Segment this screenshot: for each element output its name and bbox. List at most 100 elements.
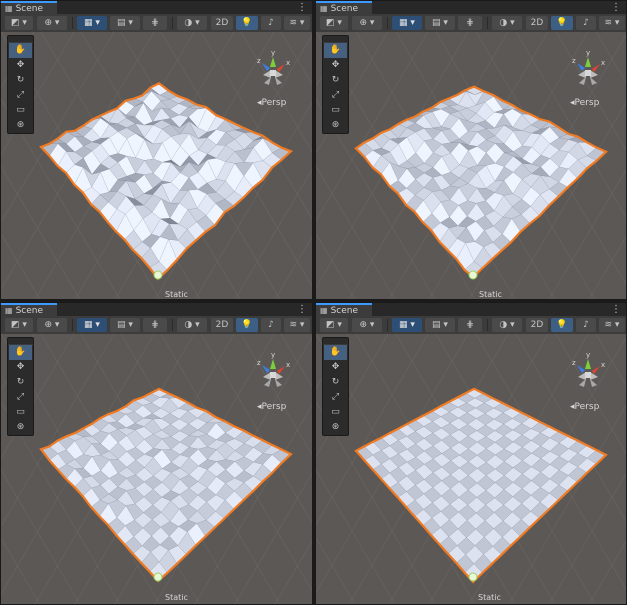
scene-tab[interactable]: ▦ Scene <box>1 1 57 14</box>
layers-dropdown[interactable]: ≋ ▾ <box>284 16 310 30</box>
increment-snap-dropdown[interactable]: ▤ ▾ <box>110 318 140 332</box>
toggle-2d-button[interactable]: 2D <box>211 318 233 332</box>
audio-fx-icon[interactable]: ♪ <box>261 16 281 30</box>
palette-grip[interactable] <box>323 338 348 345</box>
static-label: Static <box>478 593 501 602</box>
scale-tool-icon[interactable]: ⤢ <box>324 88 347 103</box>
grid-snap-dropdown[interactable]: ▦ ▾ <box>392 16 422 30</box>
globe-gizmo-dropdown[interactable]: ⊕ ▾ <box>37 16 67 30</box>
perspective-label[interactable]: ◂Persp <box>257 98 286 108</box>
scale-tool-icon[interactable]: ⤢ <box>9 390 32 405</box>
scene-tab[interactable]: ▦ Scene <box>1 303 57 316</box>
svg-text:y: y <box>586 351 590 359</box>
scene-viewport[interactable]: y x z ✋ ✥ ↻ ⤢ ▭ ⊛ ◂Persp Static <box>1 32 312 299</box>
shading-dropdown[interactable]: ◑ ▾ <box>177 318 207 332</box>
lighting-toggle-icon[interactable]: 💡 <box>236 16 258 30</box>
draw-mode-dropdown[interactable]: ◩ ▾ <box>5 318 33 332</box>
grid-snap-dropdown[interactable]: ▦ ▾ <box>77 318 107 332</box>
snap-settings-icon[interactable]: ⋕ <box>143 318 167 332</box>
scene-canvas: y x z <box>1 334 312 604</box>
toggle-2d-button[interactable]: 2D <box>526 318 548 332</box>
perspective-label[interactable]: ◂Persp <box>570 98 599 108</box>
rotate-tool-icon[interactable]: ↻ <box>324 73 347 88</box>
tool-palette: ✋ ✥ ↻ ⤢ ▭ ⊛ <box>7 35 34 134</box>
transform-tool-icon[interactable]: ⊛ <box>9 420 32 435</box>
hand-tool-icon[interactable]: ✋ <box>324 43 347 58</box>
move-tool-icon[interactable]: ✥ <box>324 58 347 73</box>
scale-tool-icon[interactable]: ⤢ <box>324 390 347 405</box>
palette-grip[interactable] <box>8 338 33 345</box>
draw-mode-dropdown[interactable]: ◩ ▾ <box>5 16 33 30</box>
rotate-tool-icon[interactable]: ↻ <box>9 375 32 390</box>
shading-dropdown[interactable]: ◑ ▾ <box>492 318 522 332</box>
rect-tool-icon[interactable]: ▭ <box>9 405 32 420</box>
svg-text:z: z <box>257 359 261 367</box>
draw-mode-dropdown[interactable]: ◩ ▾ <box>320 318 348 332</box>
snap-settings-icon[interactable]: ⋕ <box>143 16 167 30</box>
scene-viewport[interactable]: y x z ✋ ✥ ↻ ⤢ ▭ ⊛ ◂Persp Static <box>316 334 626 604</box>
draw-mode-dropdown[interactable]: ◩ ▾ <box>320 16 348 30</box>
globe-gizmo-dropdown[interactable]: ⊕ ▾ <box>37 318 67 332</box>
tool-palette: ✋ ✥ ↻ ⤢ ▭ ⊛ <box>322 337 349 436</box>
rect-tool-icon[interactable]: ▭ <box>9 103 32 118</box>
rect-tool-icon[interactable]: ▭ <box>324 103 347 118</box>
rect-tool-icon[interactable]: ▭ <box>324 405 347 420</box>
toggle-2d-button[interactable]: 2D <box>526 16 548 30</box>
audio-fx-icon[interactable]: ♪ <box>261 318 281 332</box>
lighting-toggle-icon[interactable]: 💡 <box>551 318 573 332</box>
more-options-icon[interactable]: ⋮ <box>297 303 307 316</box>
audio-fx-icon[interactable]: ♪ <box>576 16 596 30</box>
perspective-label[interactable]: ◂Persp <box>570 402 599 412</box>
shading-dropdown[interactable]: ◑ ▾ <box>177 16 207 30</box>
transform-tool-icon[interactable]: ⊛ <box>9 118 32 133</box>
tab-bar: ▦ Scene ⋮ <box>1 303 312 316</box>
toggle-2d-button[interactable]: 2D <box>211 16 233 30</box>
layers-dropdown[interactable]: ≋ ▾ <box>599 318 625 332</box>
svg-text:z: z <box>572 57 576 65</box>
tab-bar: ▦ Scene ⋮ <box>316 1 626 14</box>
scale-tool-icon[interactable]: ⤢ <box>9 88 32 103</box>
palette-grip[interactable] <box>323 36 348 43</box>
scene-tab-label: Scene <box>330 306 359 316</box>
layers-dropdown[interactable]: ≋ ▾ <box>599 16 625 30</box>
increment-snap-dropdown[interactable]: ▤ ▾ <box>425 318 455 332</box>
globe-gizmo-dropdown[interactable]: ⊕ ▾ <box>352 16 382 30</box>
rotate-tool-icon[interactable]: ↻ <box>324 375 347 390</box>
hand-tool-icon[interactable]: ✋ <box>9 345 32 360</box>
rotate-tool-icon[interactable]: ↻ <box>9 73 32 88</box>
scene-tab[interactable]: ▦ Scene <box>316 303 372 316</box>
snap-settings-icon[interactable]: ⋕ <box>458 16 482 30</box>
scene-viewport[interactable]: y x z ✋ ✥ ↻ ⤢ ▭ ⊛ ◂Persp Static <box>316 32 626 299</box>
scene-tab[interactable]: ▦ Scene <box>316 1 372 14</box>
layers-dropdown[interactable]: ≋ ▾ <box>284 318 310 332</box>
transform-tool-icon[interactable]: ⊛ <box>324 118 347 133</box>
more-options-icon[interactable]: ⋮ <box>297 1 307 14</box>
scene-panel-bottom-left: ▦ Scene ⋮ ◩ ▾ ⊕ ▾ ▦ ▾ ▤ ▾ ⋕ ◑ ▾ 2D 💡 ♪ ≋ … <box>0 302 313 605</box>
globe-gizmo-dropdown[interactable]: ⊕ ▾ <box>352 318 382 332</box>
move-tool-icon[interactable]: ✥ <box>9 360 32 375</box>
terrain-mesh <box>355 86 607 278</box>
audio-fx-icon[interactable]: ♪ <box>576 318 596 332</box>
grid-snap-dropdown[interactable]: ▦ ▾ <box>392 318 422 332</box>
snap-settings-icon[interactable]: ⋕ <box>458 318 482 332</box>
lighting-toggle-icon[interactable]: 💡 <box>236 318 258 332</box>
move-tool-icon[interactable]: ✥ <box>324 360 347 375</box>
hand-tool-icon[interactable]: ✋ <box>324 345 347 360</box>
scene-toolbar: ◩ ▾ ⊕ ▾ ▦ ▾ ▤ ▾ ⋕ ◑ ▾ 2D 💡 ♪ ≋ ▾ <box>1 316 312 335</box>
svg-text:x: x <box>286 361 290 369</box>
scene-viewport[interactable]: y x z ✋ ✥ ↻ ⤢ ▭ ⊛ ◂Persp Static <box>1 334 312 604</box>
pivot-icon <box>468 572 478 582</box>
grid-snap-dropdown[interactable]: ▦ ▾ <box>77 16 107 30</box>
move-tool-icon[interactable]: ✥ <box>9 58 32 73</box>
shading-dropdown[interactable]: ◑ ▾ <box>492 16 522 30</box>
increment-snap-dropdown[interactable]: ▤ ▾ <box>425 16 455 30</box>
perspective-label[interactable]: ◂Persp <box>257 402 286 412</box>
more-options-icon[interactable]: ⋮ <box>611 303 621 316</box>
lighting-toggle-icon[interactable]: 💡 <box>551 16 573 30</box>
hand-tool-icon[interactable]: ✋ <box>9 43 32 58</box>
more-options-icon[interactable]: ⋮ <box>611 1 621 14</box>
increment-snap-dropdown[interactable]: ▤ ▾ <box>110 16 140 30</box>
hash-grid-icon: ▦ <box>320 4 328 13</box>
palette-grip[interactable] <box>8 36 33 43</box>
transform-tool-icon[interactable]: ⊛ <box>324 420 347 435</box>
